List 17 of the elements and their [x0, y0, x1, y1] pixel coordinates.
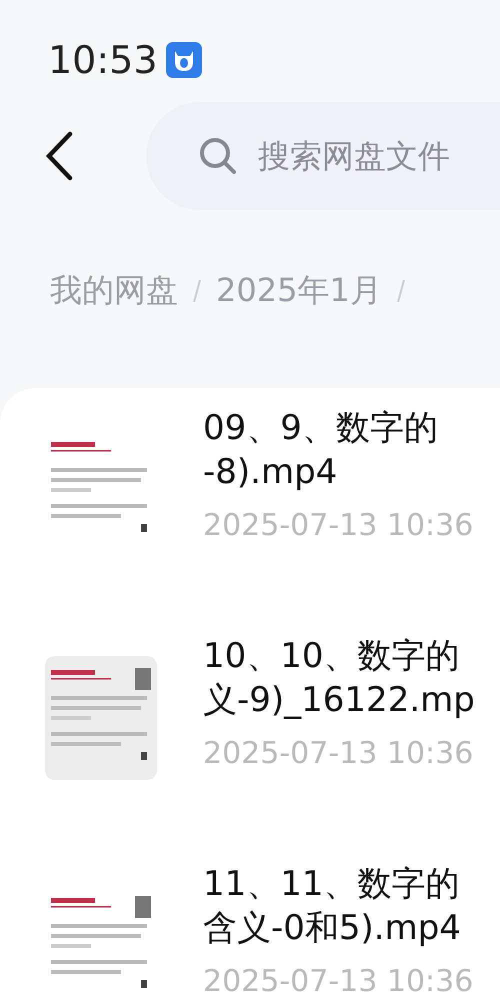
back-icon	[44, 131, 74, 181]
search-icon	[198, 136, 238, 176]
file-date: 2025-07-13 10:36	[203, 736, 474, 771]
file-name[interactable]: 10、10、数字的	[203, 634, 475, 678]
file-date: 2025-07-13 10:36	[203, 508, 474, 543]
search-field[interactable]: 搜索网盘文件	[256, 136, 500, 176]
file-name[interactable]: 含义-0和5).mp4	[203, 906, 474, 950]
file-name[interactable]: -8).mp4	[203, 450, 474, 494]
file-name[interactable]: 09、9、数字的	[203, 406, 474, 450]
search-bar[interactable]: 搜索网盘文件	[146, 102, 500, 210]
file-name[interactable]: 义-9)_16122.mp	[203, 678, 475, 722]
status-time: 10:53	[48, 38, 158, 82]
app-icon	[166, 42, 202, 78]
separator-icon	[192, 278, 202, 304]
separator-icon	[396, 278, 406, 304]
file-date: 2025-07-13 10:36	[203, 964, 474, 999]
file-name[interactable]: 11、11、数字的	[203, 862, 474, 906]
